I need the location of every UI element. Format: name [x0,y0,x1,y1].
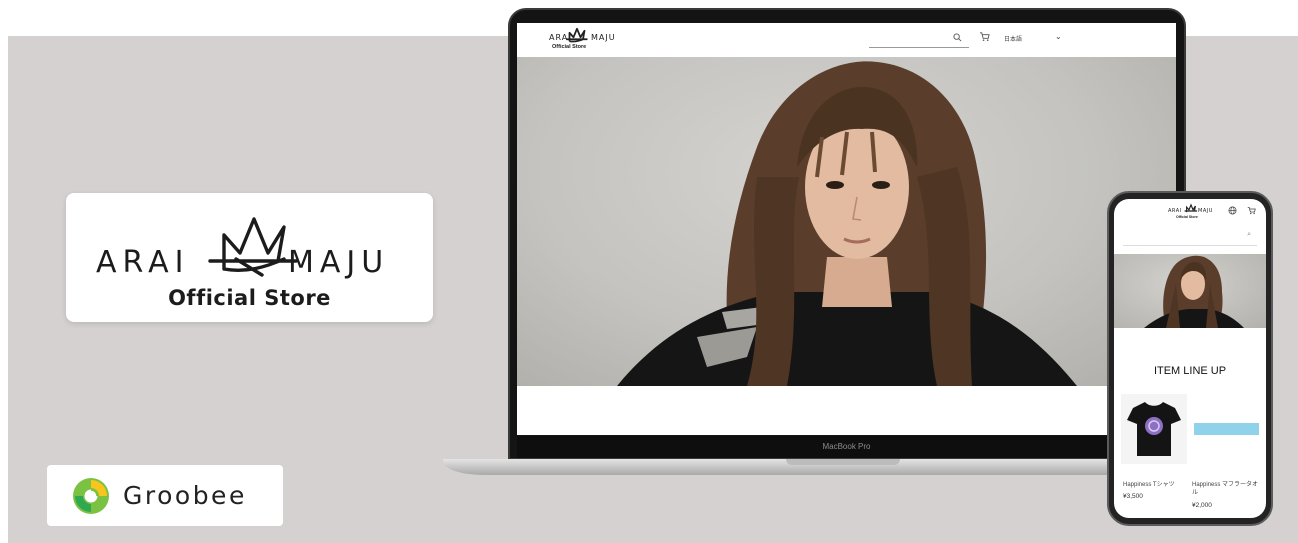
groobee-badge: Groobee [47,465,283,526]
laptop-model-label: MacBook Pro [822,442,871,451]
header-logo-maju[interactable]: MAJU [591,33,616,42]
product-price-1: ¥3,500 [1123,493,1143,500]
cart-icon[interactable] [1247,206,1256,215]
laptop-chin: MacBook Pro [517,436,1176,458]
header-logo-subtitle: Official Store [552,44,587,50]
phone-header: ARAI MAJU Official Store [1114,199,1266,227]
hero-portrait-illustration [617,61,1077,386]
cart-icon[interactable] [979,31,990,42]
phone-hero-image [1114,254,1266,328]
globe-icon[interactable] [1228,206,1237,215]
search-icon[interactable] [953,33,962,42]
chevron-down-icon[interactable]: ⌄ [1055,32,1062,41]
hero-image [517,57,1176,386]
phone-crown-logo-icon[interactable] [1184,203,1198,214]
phone-logo-arai[interactable]: ARAI [1168,208,1182,214]
logo-text-maju: MAJU [288,245,390,280]
product-name-1[interactable]: Happiness Tシャツ [1123,481,1187,489]
language-selector[interactable]: 日本語 [1004,34,1022,43]
product-price-2: ¥2,000 [1192,502,1212,509]
phone-screen: ARAI MAJU Official Store ⌕ ITEM LINE UP [1114,199,1266,518]
laptop-notch [786,459,900,465]
groobee-swirl-icon [73,478,109,514]
product-image-towel[interactable] [1194,423,1259,435]
phone-hero-portrait [1144,255,1244,328]
header-search-input[interactable] [869,47,969,48]
logo-text-arai: ARAI [96,245,190,280]
product-name-2[interactable]: Happiness マフラータオル [1192,481,1260,497]
phone-logo-maju[interactable]: MAJU [1198,208,1213,214]
product-image-tshirt[interactable] [1121,394,1187,464]
logo-subtitle: Official Store [168,286,331,310]
brand-logo-card: ARAI MAJU Official Store [66,193,433,322]
search-icon[interactable]: ⌕ [1247,231,1251,239]
laptop-screen: ARAI MAJU Official Store 日本語 ⌄ [517,23,1176,435]
header-crown-logo-icon[interactable] [565,26,589,44]
phone-search-input[interactable]: ⌕ [1123,230,1257,246]
site-header: ARAI MAJU Official Store 日本語 ⌄ [517,23,1176,57]
item-lineup-title: ITEM LINE UP [1153,365,1227,377]
groobee-wordmark: Groobee [123,481,247,510]
phone-logo-subtitle: Official Store [1176,215,1198,219]
tshirt-icon [1127,402,1181,456]
